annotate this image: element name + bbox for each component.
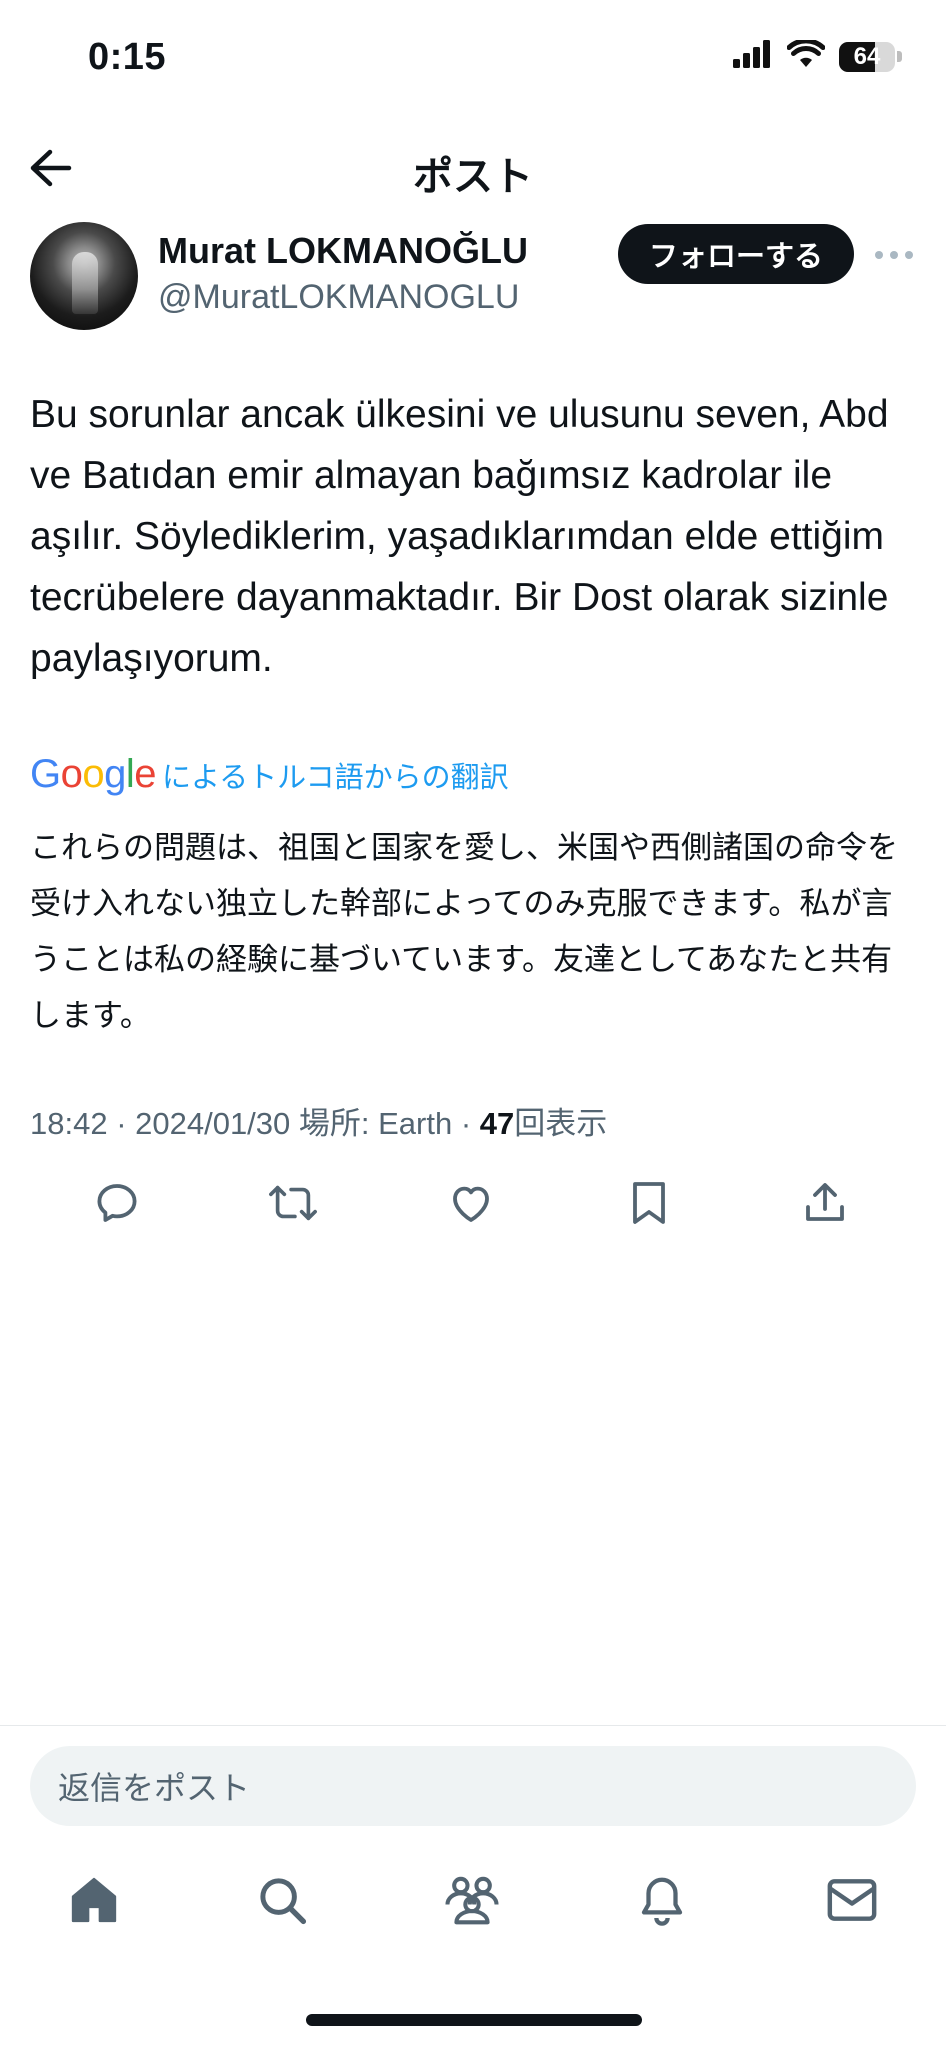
reply-input[interactable]: 返信をポスト — [30, 1746, 916, 1826]
views-label: 回表示 — [514, 1106, 608, 1141]
post-timestamp-location: 18:42 · 2024/01/30 場所: Earth · — [30, 1106, 480, 1141]
repost-icon[interactable] — [266, 1176, 320, 1230]
reply-icon[interactable] — [90, 1176, 144, 1230]
follow-button[interactable]: フォローする — [618, 224, 854, 284]
share-icon[interactable] — [798, 1176, 852, 1230]
author-handle[interactable]: @MuratLOKMANOGLU — [158, 278, 519, 317]
wifi-icon — [786, 38, 826, 73]
action-bar — [0, 1170, 946, 1234]
translation-attribution[interactable]: Google によるトルコ語からの翻訳 — [30, 752, 509, 797]
translation-label: によるトルコ語からの翻訳 — [162, 761, 509, 794]
bottom-nav — [0, 1870, 946, 1942]
home-indicator[interactable] — [306, 2014, 642, 2026]
post-meta: 18:42 · 2024/01/30 場所: Earth · 47回表示 — [30, 1098, 607, 1143]
status-bar: 0:15 64 — [0, 0, 946, 120]
like-icon[interactable] — [444, 1176, 498, 1230]
google-logo: Google — [30, 752, 157, 796]
author-name[interactable]: Murat LOKMANOĞLU — [158, 230, 528, 272]
bookmark-icon[interactable] — [622, 1176, 676, 1230]
communities-icon[interactable] — [442, 1870, 502, 1930]
header: ポスト — [0, 130, 946, 206]
battery-icon: 64 — [839, 41, 902, 72]
status-icons: 64 — [733, 38, 902, 73]
cellular-signal-icon — [733, 40, 773, 73]
search-icon[interactable] — [252, 1870, 312, 1930]
avatar[interactable] — [30, 222, 138, 330]
more-options-button[interactable] — [872, 238, 916, 274]
page-title: ポスト — [413, 155, 533, 199]
translated-text: これらの問題は、祖国と国家を愛し、米国や西側諸国の命令を受け入れない独立した幹部… — [30, 830, 898, 1033]
status-time: 0:15 — [88, 36, 167, 78]
post-screen: 0:15 64 ポスト Murat LOKMANOĞLU @MuratLOKMA… — [0, 0, 946, 2048]
home-icon[interactable] — [64, 1870, 124, 1930]
more-horizontal-icon — [874, 247, 914, 265]
divider — [0, 1725, 946, 1726]
notifications-icon[interactable] — [632, 1870, 692, 1930]
messages-icon[interactable] — [822, 1870, 882, 1930]
battery-level: 64 — [853, 42, 881, 70]
views-count[interactable]: 47 — [480, 1106, 514, 1141]
author-row: Murat LOKMANOĞLU @MuratLOKMANOGLU フォローする — [30, 222, 916, 332]
tweet-text: Bu sorunlar ancak ülkesini ve ulusunu se… — [30, 393, 889, 680]
